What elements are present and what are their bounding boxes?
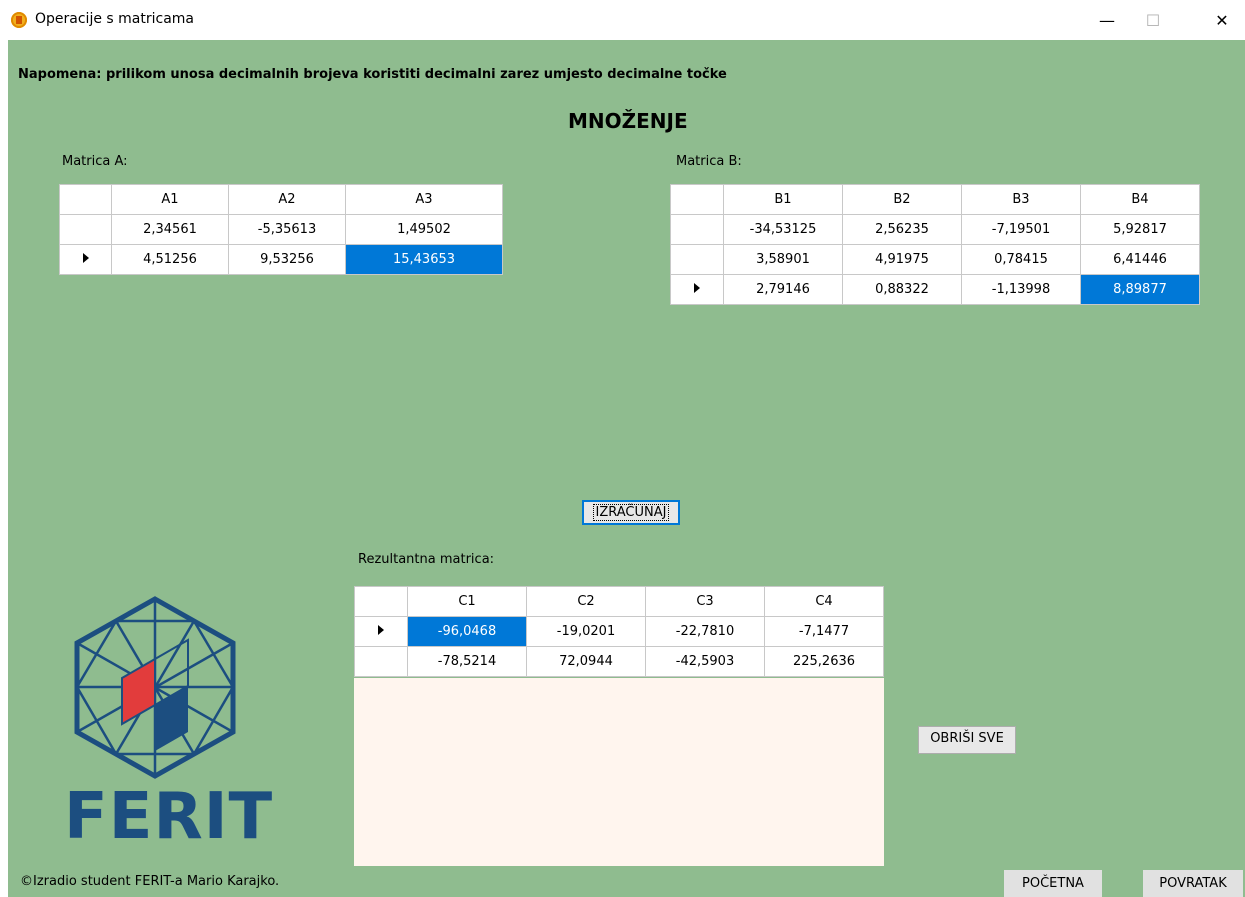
table-row: -96,0468 -19,0201 -22,7810 -7,1477 bbox=[354, 616, 884, 647]
row-header[interactable] bbox=[59, 214, 112, 245]
matrix-cell[interactable]: -22,7810 bbox=[645, 616, 765, 647]
column-header[interactable]: A2 bbox=[228, 184, 346, 215]
app-icon bbox=[11, 12, 27, 28]
table-row: -34,53125 2,56235 -7,19501 5,92817 bbox=[670, 214, 1200, 245]
maximize-button[interactable]: ☐ bbox=[1130, 0, 1176, 40]
matrix-cell[interactable]: 0,88322 bbox=[842, 274, 962, 305]
result-matrix-label: Rezultantna matrica: bbox=[358, 552, 495, 567]
calculate-button[interactable]: IZRAČUNAJ bbox=[582, 500, 680, 525]
matrix-cell[interactable]: -7,1477 bbox=[764, 616, 884, 647]
matrix-cell[interactable]: 9,53256 bbox=[228, 244, 346, 275]
row-header[interactable] bbox=[354, 646, 408, 677]
author-footer: ©Izradio student FERIT-a Mario Karajko. bbox=[20, 874, 280, 889]
row-header[interactable] bbox=[670, 214, 724, 245]
column-header[interactable]: A3 bbox=[345, 184, 503, 215]
matrix-cell[interactable]: 72,0944 bbox=[526, 646, 646, 677]
row-header[interactable] bbox=[670, 244, 724, 275]
row-header[interactable] bbox=[670, 274, 724, 305]
matrix-cell[interactable]: -19,0201 bbox=[526, 616, 646, 647]
matrix-cell[interactable]: -7,19501 bbox=[961, 214, 1081, 245]
matrix-cell[interactable]: 0,78415 bbox=[961, 244, 1081, 275]
ferit-logo-text: FERIT bbox=[64, 780, 274, 854]
matrix-b-label: Matrica B: bbox=[676, 154, 742, 169]
matrix-cell-selected[interactable]: 15,43653 bbox=[345, 244, 503, 275]
matrix-cell[interactable]: 6,41446 bbox=[1080, 244, 1200, 275]
matrix-cell[interactable]: -78,5214 bbox=[407, 646, 527, 677]
column-header[interactable]: B4 bbox=[1080, 184, 1200, 215]
column-header[interactable]: B3 bbox=[961, 184, 1081, 215]
row-header[interactable] bbox=[59, 244, 112, 275]
matrix-cell[interactable]: 4,51256 bbox=[111, 244, 229, 275]
matrix-a-label: Matrica A: bbox=[62, 154, 128, 169]
matrix-cell[interactable]: 225,2636 bbox=[764, 646, 884, 677]
ferit-logo-icon bbox=[74, 596, 236, 779]
matrix-cell[interactable]: 5,92817 bbox=[1080, 214, 1200, 245]
table-row: -78,5214 72,0944 -42,5903 225,2636 bbox=[354, 646, 884, 677]
operation-heading: MNOŽENJE bbox=[568, 109, 688, 133]
column-header[interactable]: C4 bbox=[764, 586, 884, 617]
matrix-cell[interactable]: -1,13998 bbox=[961, 274, 1081, 305]
matrix-cell[interactable]: 4,91975 bbox=[842, 244, 962, 275]
grid-corner bbox=[670, 184, 724, 215]
table-row: 2,79146 0,88322 -1,13998 8,89877 bbox=[670, 274, 1200, 305]
matrix-b-grid[interactable]: B1 B2 B3 B4 -34,53125 2,56235 -7,19501 5… bbox=[670, 184, 1200, 305]
back-button[interactable]: POVRATAK bbox=[1143, 870, 1243, 897]
matrix-cell-selected[interactable]: 8,89877 bbox=[1080, 274, 1200, 305]
table-row: 2,34561 -5,35613 1,49502 bbox=[59, 214, 503, 245]
current-row-arrow-icon bbox=[378, 625, 384, 635]
home-button[interactable]: POČETNA bbox=[1004, 870, 1102, 897]
matrix-a-grid[interactable]: A1 A2 A3 2,34561 -5,35613 1,49502 4,5125… bbox=[59, 184, 503, 275]
current-row-arrow-icon bbox=[694, 283, 700, 293]
column-header[interactable]: C3 bbox=[645, 586, 765, 617]
matrix-cell[interactable]: 2,79146 bbox=[723, 274, 843, 305]
matrix-cell[interactable]: 1,49502 bbox=[345, 214, 503, 245]
column-header[interactable]: B1 bbox=[723, 184, 843, 215]
table-row: 4,51256 9,53256 15,43653 bbox=[59, 244, 503, 275]
clear-all-button[interactable]: OBRIŠI SVE bbox=[918, 726, 1016, 754]
column-header[interactable]: A1 bbox=[111, 184, 229, 215]
result-matrix-grid[interactable]: C1 C2 C3 C4 -96,0468 -19,0201 -22,7810 -… bbox=[354, 586, 884, 677]
main-window: Napomena: prilikom unosa decimalnih broj… bbox=[8, 40, 1245, 897]
column-header[interactable]: B2 bbox=[842, 184, 962, 215]
table-row: 3,58901 4,91975 0,78415 6,41446 bbox=[670, 244, 1200, 275]
matrix-cell[interactable]: -42,5903 bbox=[645, 646, 765, 677]
close-button[interactable]: ✕ bbox=[1199, 0, 1245, 40]
matrix-cell[interactable]: 2,56235 bbox=[842, 214, 962, 245]
column-header[interactable]: C1 bbox=[407, 586, 527, 617]
calculate-button-label: IZRAČUNAJ bbox=[592, 504, 670, 521]
matrix-cell-selected[interactable]: -96,0468 bbox=[407, 616, 527, 647]
matrix-cell[interactable]: 3,58901 bbox=[723, 244, 843, 275]
window-title: Operacije s matricama bbox=[35, 11, 194, 27]
current-row-arrow-icon bbox=[82, 253, 89, 263]
matrix-cell[interactable]: 2,34561 bbox=[111, 214, 229, 245]
title-bar: Operacije s matricama — ☐ ✕ bbox=[0, 0, 1245, 40]
grid-corner bbox=[354, 586, 408, 617]
grid-corner bbox=[59, 184, 112, 215]
matrix-cell[interactable]: -34,53125 bbox=[723, 214, 843, 245]
result-grid-empty-area[interactable] bbox=[354, 678, 884, 866]
row-header[interactable] bbox=[354, 616, 408, 647]
decimal-note: Napomena: prilikom unosa decimalnih broj… bbox=[18, 67, 727, 82]
matrix-cell[interactable]: -5,35613 bbox=[228, 214, 346, 245]
minimize-button[interactable]: — bbox=[1084, 0, 1130, 40]
column-header[interactable]: C2 bbox=[526, 586, 646, 617]
